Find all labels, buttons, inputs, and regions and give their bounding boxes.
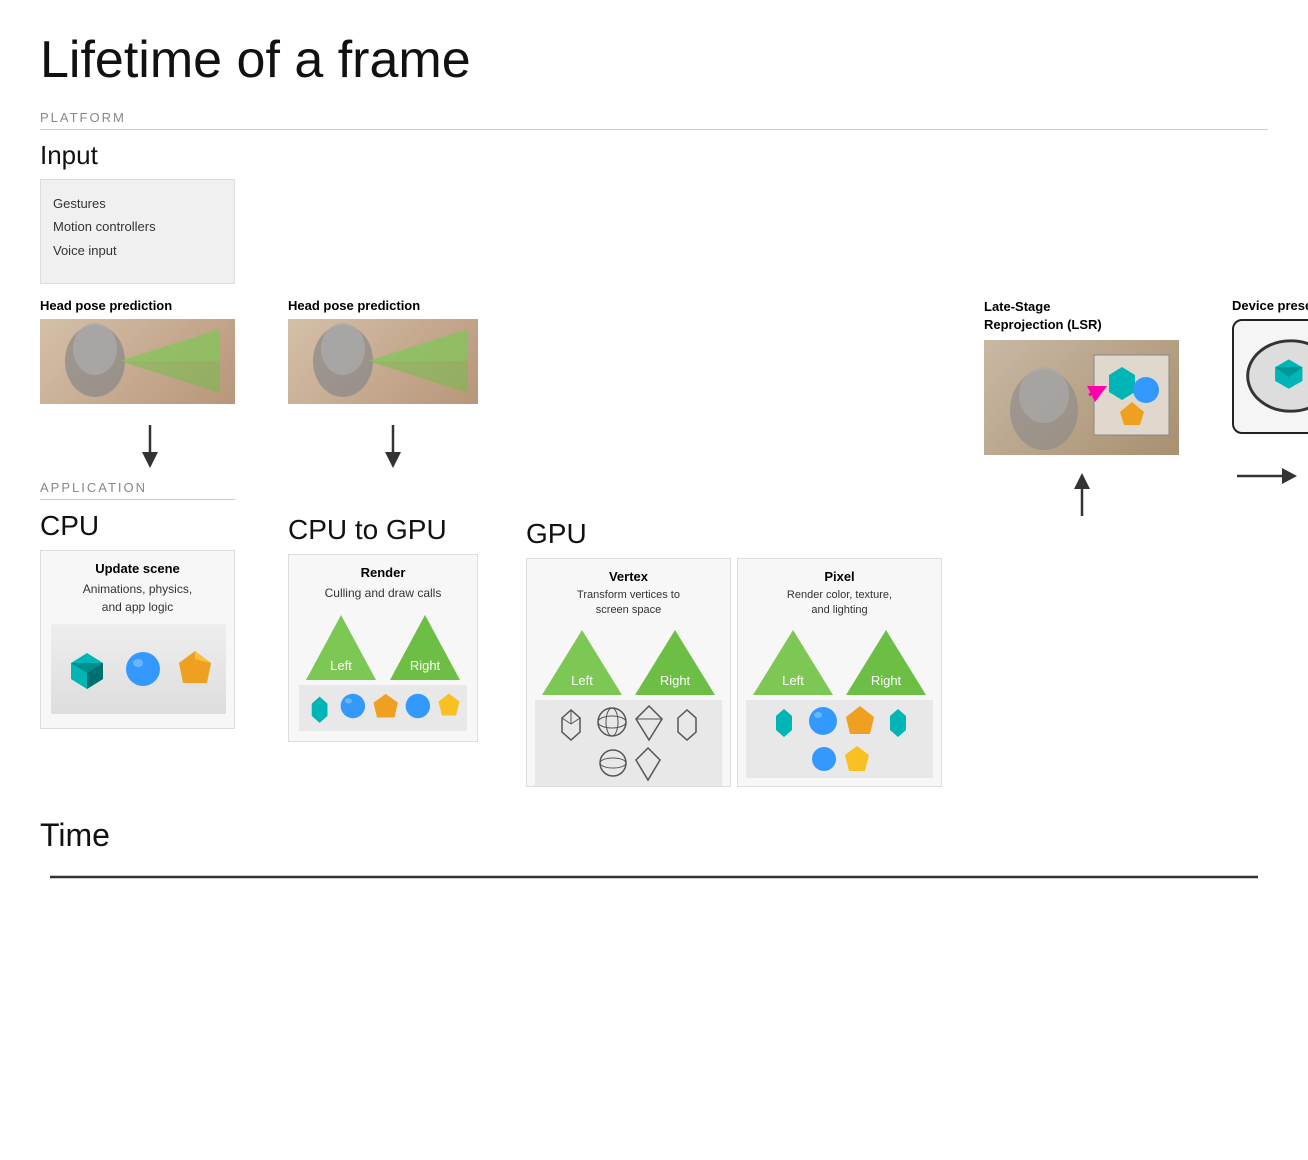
svg-text:Left: Left [571,673,593,688]
platform-section-label: PLATFORM [40,110,1268,130]
col3-spacer [526,179,956,484]
left-triangle-col: Left [301,610,381,685]
input-item-2: Motion controllers [53,215,222,238]
col2-spacer [288,179,498,298]
input-item-3: Voice input [53,239,222,262]
input-item-1: Gestures [53,192,222,215]
cpu-label: CPU [40,510,260,542]
application-section-label: APPLICATION [40,480,235,500]
time-label: Time [40,817,1268,854]
render-card-title: Render [299,565,467,580]
render-objects [299,685,467,731]
device-present-label: Device present [1232,298,1308,313]
col-4: Late-StageReprojection (LSR) [984,179,1204,605]
device-arrow-back: Back to Input [1232,440,1308,512]
svg-text:Right: Right [410,658,441,673]
col-1: Gestures Motion controllers Voice input … [40,179,260,729]
device-present-img [1232,319,1308,434]
head-pose-img-2 [288,319,478,404]
svg-text:Right: Right [660,673,691,688]
col-3: GPU Vertex Transform vertices toscreen s… [526,179,956,787]
head-pose-label-2: Head pose prediction [288,298,498,313]
vertex-card: Vertex Transform vertices toscreen space… [526,558,731,787]
svg-text:Left: Left [330,658,352,673]
head-pose-label-1: Head pose prediction [40,298,260,313]
cpu-card-title: Update scene [51,561,224,576]
right-triangle-col: Right [385,610,465,685]
pixel-objects [746,700,933,778]
vertex-objects [535,700,722,786]
page: Lifetime of a frame PLATFORM Input Gestu… [0,0,1308,922]
svg-text:Left: Left [782,673,804,688]
gpu-cards: Vertex Transform vertices toscreen space… [526,558,956,787]
arrow-up-4 [984,461,1179,531]
page-title: Lifetime of a frame [40,30,1268,90]
pixel-card: Pixel Render color, texture,and lighting… [737,558,942,787]
vertex-title: Vertex [535,569,722,584]
input-label: Input [40,140,1268,171]
col3-app-spacer [526,484,956,518]
cpu-card: Update scene Animations, physics,and app… [40,550,235,729]
cpu-to-gpu-label: CPU to GPU [288,514,498,546]
col-2: Head pose prediction CPU [288,179,498,742]
main-columns: Gestures Motion controllers Voice input … [40,179,1268,787]
arrow-down-1 [40,410,260,480]
render-triangles: Left Right [299,610,467,685]
pixel-triangles: Left Right [746,625,933,700]
input-box: Gestures Motion controllers Voice input [40,179,235,284]
time-section: Time [40,817,1268,892]
cpu-card-desc: Animations, physics,and app logic [51,580,224,616]
vertex-desc: Transform vertices toscreen space [535,588,722,619]
pixel-desc: Render color, texture,and lighting [746,588,933,619]
render-card-desc: Culling and draw calls [299,584,467,602]
head-pose-img-1 [40,319,235,404]
cpu-objects [51,624,226,714]
arrow-down-2 [288,410,498,480]
svg-text:Right: Right [871,673,902,688]
vertex-triangles: Left Right [535,625,722,700]
col-5: Device present [1232,179,1308,512]
lsr-img [984,340,1179,455]
col2-app-spacer [288,480,498,514]
lsr-label: Late-StageReprojection (LSR) [984,298,1102,334]
render-card: Render Culling and draw calls Left [288,554,478,742]
pixel-title: Pixel [746,569,933,584]
gpu-label: GPU [526,518,956,550]
time-arrow [50,862,1258,892]
